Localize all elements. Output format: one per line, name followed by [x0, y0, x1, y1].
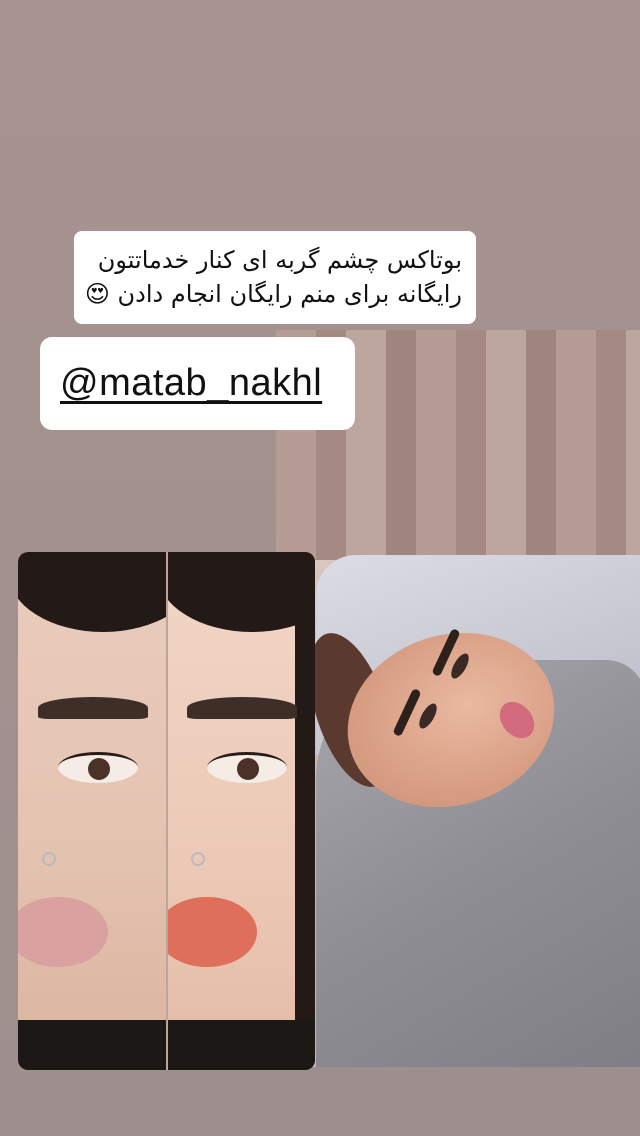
story-screen: بوتاکس چشم گربه ای کنار خدماتتون رایگانه…	[0, 0, 640, 1136]
shirt	[18, 1020, 167, 1070]
shirt	[166, 1020, 315, 1070]
before-half	[18, 552, 167, 1070]
hair	[166, 552, 315, 632]
iris	[236, 758, 259, 780]
after-half	[166, 552, 315, 1070]
caption-line-1: بوتاکس چشم گربه ای کنار خدماتتون	[97, 246, 462, 274]
nose-ring	[190, 852, 205, 866]
comparison-divider	[166, 552, 168, 1070]
hair-side	[295, 552, 315, 1070]
eyebrow	[38, 697, 148, 719]
client-photo	[276, 330, 640, 1067]
hair	[18, 552, 167, 632]
lips	[18, 897, 108, 967]
eye	[58, 752, 138, 783]
iris	[88, 758, 110, 780]
eyebrow	[186, 697, 297, 719]
eye	[206, 752, 287, 783]
caption-sticker: بوتاکس چشم گربه ای کنار خدماتتون رایگانه…	[74, 231, 476, 324]
before-after-photo	[18, 552, 315, 1070]
lips	[166, 897, 257, 967]
mention-handle[interactable]: @matab_nakhl	[60, 362, 322, 405]
caption-line-2: رایگانه برای منم رایگان انجام دادن 😍	[84, 280, 462, 308]
mention-sticker[interactable]: @matab_nakhl	[40, 337, 355, 430]
nose-ring	[42, 852, 56, 866]
